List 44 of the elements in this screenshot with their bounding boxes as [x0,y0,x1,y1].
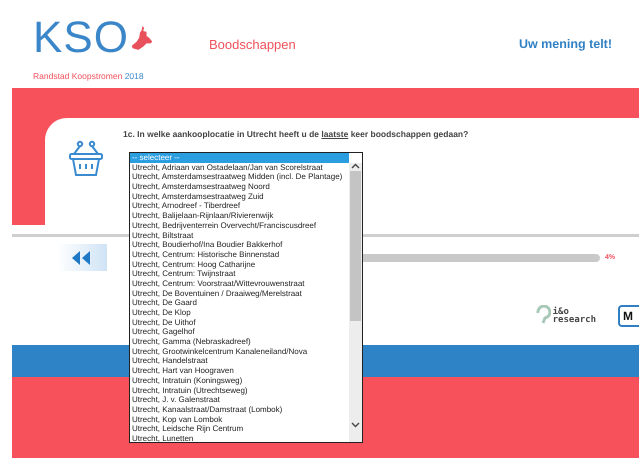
list-option[interactable]: Utrecht, Amsterdamsestraatweg Midden (incl. De Plantage) [130,172,349,182]
list-option[interactable]: Utrecht, Leidsche Rijn Centrum [130,424,349,434]
back-icon [72,250,92,264]
list-option[interactable]: Utrecht, Adriaan van Ostadelaan/Jan van Scorelstraat [130,162,349,172]
list-option[interactable]: Utrecht, Gamma (Nebraskadreef) [130,337,349,347]
list-option[interactable]: Utrecht, Amsterdamsestraatweg Zuid [130,192,349,202]
scroll-down-icon[interactable] [351,422,360,428]
list-option[interactable]: Utrecht, De Uithof [130,318,349,328]
list-option[interactable]: Utrecht, Kanaalstraat/Damstraat (Lombok) [130,404,349,415]
scrollbar[interactable] [349,163,362,442]
list-option[interactable]: Utrecht, Centrum: Hoog Catharijne [130,260,349,270]
scrollbar-thumb[interactable] [350,171,361,321]
list-option[interactable]: Utrecht, Biltstraat [130,230,349,240]
list-option[interactable]: Utrecht, Amsterdamsestraatweg Noord [130,182,349,192]
section-title: Boodschappen [209,36,297,52]
logo-caption: Randstad Koopstromen 2018 [33,71,144,81]
partner-logo: i&o research [534,305,596,327]
logo-letters: KSO [33,15,129,61]
list-option[interactable]: Utrecht, Centrum: Voorstraat/Wittevrouwenstraat [130,278,349,289]
list-option[interactable]: Utrecht, Gagelhof [130,327,349,338]
location-listbox[interactable] [129,152,363,443]
list-option[interactable]: Utrecht, Grootwinkelcentrum Kanaleneiland/Nova [130,346,349,356]
list-option[interactable]: Utrecht, Arnodreef - Tiberdreef [130,201,349,212]
list-option[interactable]: Utrecht, Kop van Lombok [130,414,349,424]
list-option[interactable]: Utrecht, Centrum: Historische Binnenstad [130,250,349,260]
list-option[interactable]: Utrecht, Balijelaan-Rijnlaan/Rivierenwijk [130,211,349,221]
list-option[interactable]: Utrecht, Centrum: Twijnstraat [130,269,349,279]
list-option[interactable]: Utrecht, Boudierhof/Ina Boudier Bakkerhof [130,240,349,250]
scroll-up-icon[interactable] [351,163,360,169]
partner-logo: M [618,305,639,327]
tagline: Uw mening telt! [518,37,612,51]
list-option[interactable]: Utrecht, Handelstraat [130,356,349,366]
list-option[interactable]: Utrecht, Intratuin (Utrechtseweg) [130,386,349,396]
list-option[interactable]: Utrecht, J. v. Galenstraat [130,395,349,405]
back-button[interactable] [57,244,107,271]
basket-icon [68,140,104,178]
list-option[interactable]: Utrecht, Hart van Hoograven [130,366,349,376]
list-option[interactable]: Utrecht, Intratuin (Koningsweg) [130,376,349,386]
list-option[interactable]: Utrecht, Lunetten [130,434,349,442]
list-option[interactable]: Utrecht, De Boventuinen / Draaiweg/Merelstraat [130,288,349,298]
question-text: 1c. In welke aankooplocatie in Utrecht heeft u de laatste keer boodschappen gedaan? [123,129,468,140]
list-option[interactable]: Utrecht, De Gaard [130,298,349,308]
list-option[interactable]: Utrecht, De Klop [130,308,349,318]
list-option[interactable]: Utrecht, Bedrijventerrein Overvecht/Franciscusdreef [130,220,349,230]
